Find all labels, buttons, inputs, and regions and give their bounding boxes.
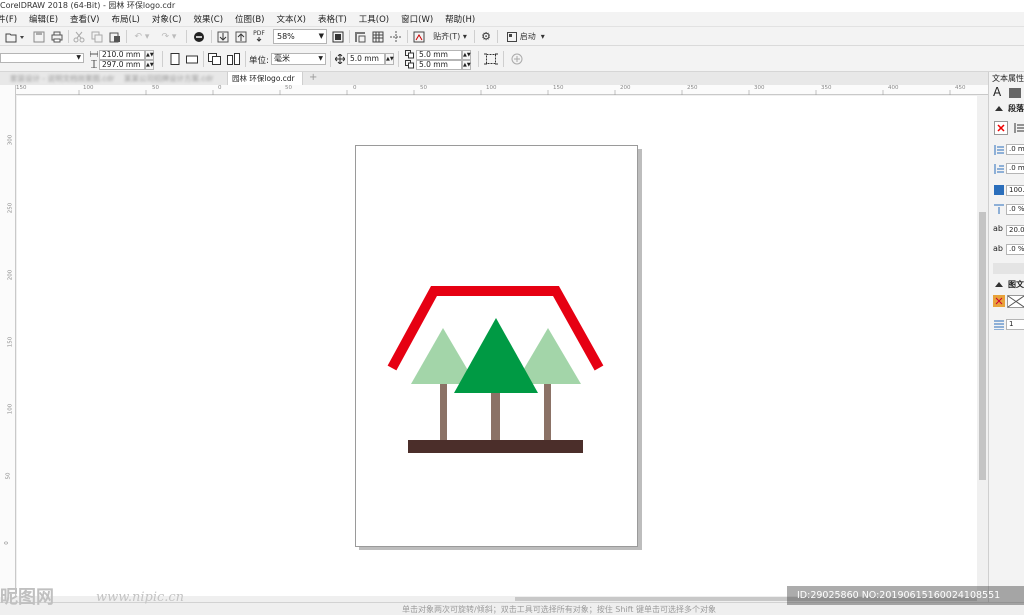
line-spacing-field[interactable]: 100.0 — [1006, 185, 1024, 196]
word-spacing-field[interactable]: .0 % — [1006, 244, 1024, 255]
char-spacing-icon: ab — [993, 224, 1003, 233]
space-before-field[interactable]: .0 % — [1006, 204, 1024, 215]
tree-trunk-left[interactable] — [440, 384, 447, 442]
tree-crown-center[interactable] — [454, 318, 538, 393]
clear-format-icon[interactable] — [994, 121, 1008, 135]
paragraph-icon[interactable] — [1009, 88, 1021, 98]
more-options-bar[interactable] — [993, 263, 1024, 274]
word-spacing-icon: ab — [993, 244, 1003, 253]
tree-trunk-center[interactable] — [491, 393, 500, 442]
chevron-up-icon[interactable] — [995, 105, 1003, 111]
indent-left-field[interactable]: .0 mm — [1006, 144, 1024, 155]
watermark-logo: 昵图网 — [0, 587, 54, 608]
logo-artwork — [387, 286, 604, 453]
watermark-url: www.nipic.cn — [96, 590, 185, 605]
indent-first-field[interactable]: .0 mm — [1006, 163, 1024, 174]
docker-title: 文本属性 — [992, 74, 1024, 83]
paragraph-section-label: 段落 — [1008, 104, 1024, 113]
watermark-id: ID:29025860 NO:20190615160024108551 — [787, 586, 1024, 605]
line-spacing-icon — [994, 185, 1004, 195]
space-before-icon — [994, 204, 1004, 214]
char-spacing-field[interactable]: 20.0 % — [1006, 225, 1024, 236]
columns-icon — [994, 320, 1004, 330]
align-icon[interactable] — [1014, 122, 1024, 134]
graphic-section-label: 图文 — [1008, 280, 1024, 289]
indent-first-icon — [994, 164, 1004, 174]
no-fill-icon[interactable] — [1007, 295, 1024, 308]
frame-icon[interactable] — [993, 295, 1005, 307]
chevron-up-icon[interactable] — [995, 281, 1003, 287]
text-properties-docker: 文本属性 A 段落 .0 mm .0 mm 100.0 .0 % ab 20.0… — [988, 72, 1024, 615]
vertical-scroll-thumb[interactable] — [979, 212, 986, 480]
indent-left-icon — [994, 145, 1004, 155]
ground-bar[interactable] — [408, 440, 583, 453]
columns-field[interactable]: 1 — [1006, 319, 1024, 330]
tree-trunk-right[interactable] — [544, 384, 551, 442]
character-icon[interactable]: A — [993, 85, 1001, 99]
status-hint: 单击对象两次可旋转/倾斜；双击工具可选择所有对象；按住 Shift 键单击可选择… — [402, 605, 716, 614]
